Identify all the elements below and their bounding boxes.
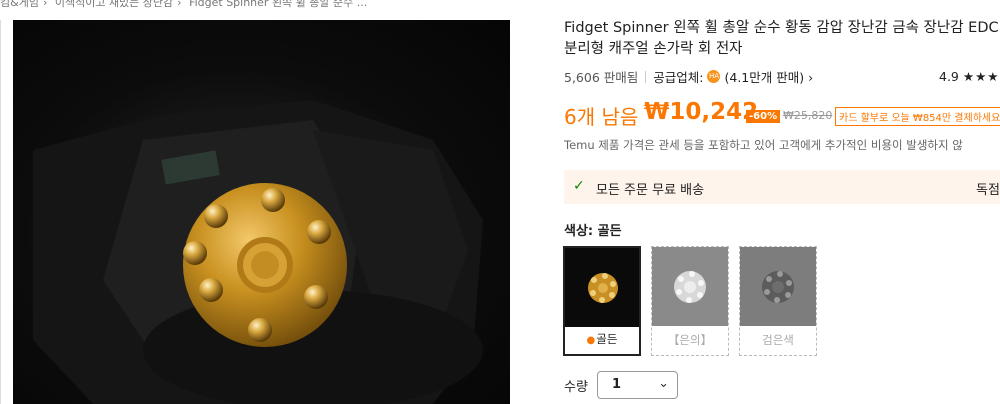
product-title: Fidget Spinner 왼쪽 휠 총알 순수 황동 감압 장난감 금속 장… bbox=[564, 20, 999, 57]
swatch-caption: ●골든 bbox=[586, 332, 618, 346]
quantity-value: 1 bbox=[612, 377, 622, 392]
product-meta-row: 5,606 판매됨 공급업체: HA (4.1만개 판매) › 4.9 ★★★ bbox=[564, 67, 1000, 86]
seller-badge-icon[interactable]: HA bbox=[707, 70, 721, 83]
installment-promo[interactable]: 카드 할부로 오늘 ₩854만 결제하세요 bbox=[835, 107, 1000, 126]
swatch-caption: 검은색 bbox=[762, 333, 794, 347]
color-option-golden[interactable]: ●골든 bbox=[563, 246, 641, 356]
breadcrumb-item: Fidget Spinner 왼쪽 휠 총알 순수 ... bbox=[189, 0, 368, 8]
sold-count: 5,606 판매됨 bbox=[564, 70, 639, 85]
current-price: ₩10,242 bbox=[644, 99, 759, 125]
rating[interactable]: 4.9 ★★★ bbox=[939, 69, 1000, 84]
breadcrumb-item[interactable]: 킴&게임 bbox=[0, 0, 39, 8]
check-icon: ✓ bbox=[573, 178, 585, 194]
meta-divider bbox=[645, 70, 647, 83]
color-label: 색상: 골든 bbox=[564, 224, 622, 239]
rating-value: 4.9 bbox=[939, 69, 959, 84]
gallery-divider bbox=[0, 20, 1, 404]
original-price: ₩25,820 bbox=[783, 109, 833, 122]
swatch-thumbnail bbox=[565, 248, 639, 327]
free-shipping-banner[interactable]: ✓ 모든 주문 무료 배송 독점 bbox=[564, 170, 1000, 204]
flame-icon: ● bbox=[586, 335, 596, 346]
product-main-image[interactable] bbox=[13, 20, 510, 404]
fidget-spinner-photo bbox=[33, 100, 483, 404]
swatch-thumbnail bbox=[652, 247, 728, 326]
shipping-label: 모든 주문 무료 배송 bbox=[596, 183, 705, 198]
seller-sales-link[interactable]: (4.1만개 판매) › bbox=[724, 67, 813, 86]
color-option-silver[interactable]: 【은의】 bbox=[651, 246, 729, 356]
swatch-caption: 【은의】 bbox=[667, 333, 713, 347]
shipping-exclusive: 독점 bbox=[976, 183, 1000, 198]
stock-left: 6개 남음 bbox=[564, 105, 639, 129]
quantity-label: 수량 bbox=[564, 380, 588, 395]
breadcrumb: 킴&게임 › 이색적이고 재밌는 장난감 › Fidget Spinner 왼쪽 휠… bbox=[0, 0, 500, 8]
quantity-select[interactable]: 1 ⌄ bbox=[597, 371, 678, 399]
star-icon: ★★★ bbox=[962, 69, 1000, 84]
swatch-thumbnail bbox=[740, 247, 816, 326]
seller-label: 공급업체: bbox=[653, 70, 704, 85]
chevron-down-icon: ⌄ bbox=[658, 376, 669, 391]
breadcrumb-item[interactable]: 이색적이고 재밌는 장난감 bbox=[55, 0, 173, 8]
discount-badge: -60% bbox=[746, 110, 781, 123]
tax-note: Temu 제품 가격은 관세 등을 포함하고 있어 고객에게 추가적인 비용이 … bbox=[564, 138, 963, 152]
color-option-black[interactable]: 검은색 bbox=[739, 246, 817, 356]
price-row: 6개 남음 ₩10,242 -60% ₩25,820 카드 할부로 오늘 ₩85… bbox=[564, 99, 1000, 129]
